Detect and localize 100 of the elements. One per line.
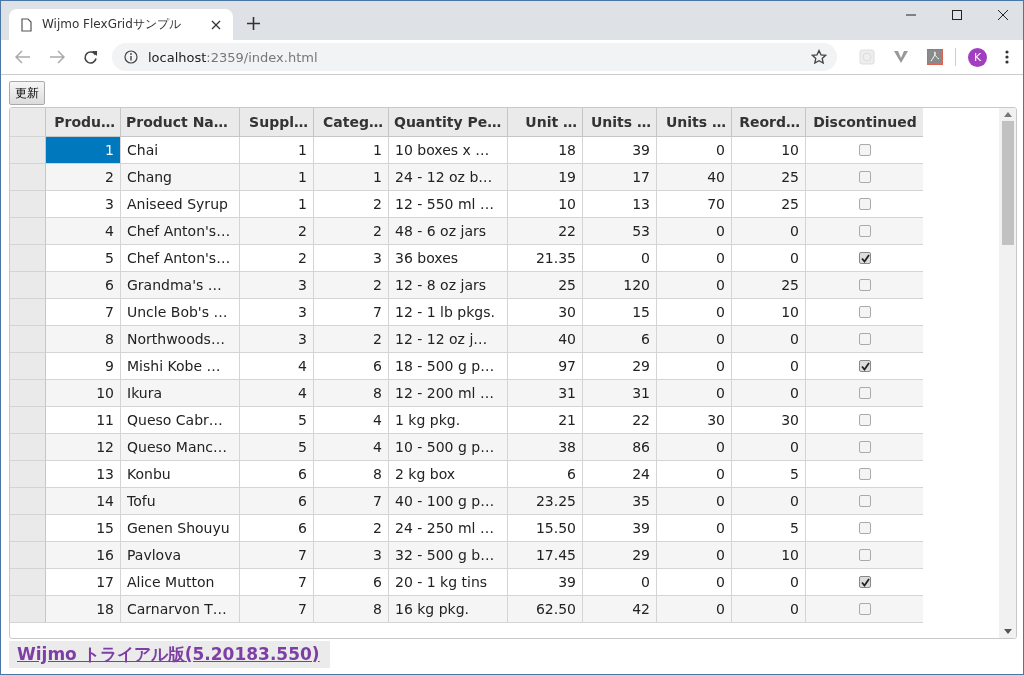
- checkbox[interactable]: [859, 549, 871, 561]
- table-cell: 16 kg pkg.: [389, 596, 508, 623]
- table-cell: 18: [46, 596, 121, 623]
- table-cell: 40: [657, 164, 732, 191]
- table-cell: Chef Anton's…: [121, 218, 240, 245]
- table-cell: 0: [657, 218, 732, 245]
- checkbox[interactable]: [859, 333, 871, 345]
- refresh-button[interactable]: 更新: [9, 81, 45, 105]
- checkbox[interactable]: [859, 225, 871, 237]
- table-cell: 17: [583, 164, 657, 191]
- row-header[interactable]: [10, 461, 46, 488]
- table-cell: 62.50: [508, 596, 583, 623]
- checkbox[interactable]: [859, 279, 871, 291]
- row-header[interactable]: [10, 380, 46, 407]
- table-cell: 6: [583, 326, 657, 353]
- checkbox[interactable]: [859, 414, 871, 426]
- table-cell: 0: [657, 434, 732, 461]
- table-cell: 4: [314, 434, 389, 461]
- v-shape-icon[interactable]: [893, 50, 909, 64]
- row-header[interactable]: [10, 137, 46, 164]
- table-cell: Grandma's …: [121, 272, 240, 299]
- row-header[interactable]: [10, 218, 46, 245]
- table-cell: 12: [46, 434, 121, 461]
- tab-title: Wijmo FlexGridサンプル: [42, 16, 182, 33]
- table-cell: 35: [583, 488, 657, 515]
- column-header[interactable]: Product Na…: [121, 108, 240, 137]
- row-header[interactable]: [10, 272, 46, 299]
- table-cell: 0: [732, 218, 806, 245]
- page-icon: [21, 17, 32, 32]
- table-cell: 0: [657, 542, 732, 569]
- scroll-up-icon[interactable]: [1003, 112, 1012, 117]
- checkbox[interactable]: [859, 468, 871, 480]
- checkbox[interactable]: [859, 387, 871, 399]
- table-cell: 12 - 8 oz jars: [389, 272, 508, 299]
- column-header[interactable]: Quantity Pe…: [389, 108, 508, 137]
- row-header[interactable]: [10, 299, 46, 326]
- forward-arrow-icon[interactable]: [49, 50, 65, 64]
- checkbox[interactable]: [859, 495, 871, 507]
- column-header[interactable]: Reord…: [732, 108, 806, 137]
- column-header[interactable]: Units …: [583, 108, 657, 137]
- row-header[interactable]: [10, 407, 46, 434]
- plus-icon[interactable]: [247, 17, 260, 30]
- checkbox[interactable]: [859, 360, 871, 372]
- row-header[interactable]: [10, 191, 46, 218]
- header-corner[interactable]: [10, 108, 46, 137]
- scrollbar[interactable]: [999, 108, 1016, 638]
- table-cell: 29: [583, 542, 657, 569]
- close-icon[interactable]: [211, 19, 221, 30]
- row-header[interactable]: [10, 245, 46, 272]
- pdf-icon[interactable]: [927, 49, 943, 65]
- scroll-down-icon[interactable]: [1003, 629, 1012, 634]
- row-header[interactable]: [10, 488, 46, 515]
- column-header[interactable]: Unit …: [508, 108, 583, 137]
- browser-tab[interactable]: Wijmo FlexGridサンプル: [9, 9, 233, 40]
- table-cell: 10: [46, 380, 121, 407]
- row-header[interactable]: [10, 434, 46, 461]
- column-header[interactable]: Produ…: [46, 108, 121, 137]
- address-field[interactable]: localhost:2359/index.html: [112, 43, 837, 71]
- checkbox[interactable]: [859, 171, 871, 183]
- table-cell: 31: [583, 380, 657, 407]
- menu-icon[interactable]: [1005, 50, 1009, 64]
- checkbox[interactable]: [859, 252, 871, 264]
- extension-icon[interactable]: [859, 49, 875, 65]
- row-header[interactable]: [10, 326, 46, 353]
- table-cell: 24 - 12 oz b…: [389, 164, 508, 191]
- column-header[interactable]: Suppl…: [240, 108, 314, 137]
- row-header[interactable]: [10, 164, 46, 191]
- checkbox[interactable]: [859, 198, 871, 210]
- back-arrow-icon[interactable]: [15, 50, 31, 64]
- row-header[interactable]: [10, 515, 46, 542]
- table-cell: 25: [732, 272, 806, 299]
- row-header[interactable]: [10, 542, 46, 569]
- checkbox[interactable]: [859, 144, 871, 156]
- checkbox[interactable]: [859, 522, 871, 534]
- table-cell: 31: [508, 380, 583, 407]
- table-cell: 40: [508, 326, 583, 353]
- profile-avatar[interactable]: K: [968, 47, 987, 67]
- table-cell: 4: [240, 380, 314, 407]
- column-header[interactable]: Discontinued: [806, 108, 923, 137]
- row-header[interactable]: [10, 596, 46, 623]
- table-cell: Carnarvon T…: [121, 596, 240, 623]
- star-icon[interactable]: [811, 49, 827, 65]
- reload-icon[interactable]: [83, 49, 98, 65]
- checkbox[interactable]: [859, 441, 871, 453]
- trial-version-link[interactable]: Wijmo トライアル版(5.20183.550): [17, 644, 320, 664]
- checkbox[interactable]: [859, 306, 871, 318]
- column-header[interactable]: Units …: [657, 108, 732, 137]
- checkbox[interactable]: [859, 576, 871, 588]
- table-cell: 38: [508, 434, 583, 461]
- table-cell: 6: [240, 488, 314, 515]
- scrollbar-thumb[interactable]: [1001, 121, 1014, 245]
- table-cell: 2: [314, 326, 389, 353]
- table-cell: 1: [314, 164, 389, 191]
- row-header[interactable]: [10, 353, 46, 380]
- table-cell: 53: [583, 218, 657, 245]
- row-header[interactable]: [10, 569, 46, 596]
- checkbox[interactable]: [859, 603, 871, 615]
- maximize-icon[interactable]: [951, 9, 963, 21]
- close-icon[interactable]: [997, 9, 1009, 21]
- column-header[interactable]: Categ…: [314, 108, 389, 137]
